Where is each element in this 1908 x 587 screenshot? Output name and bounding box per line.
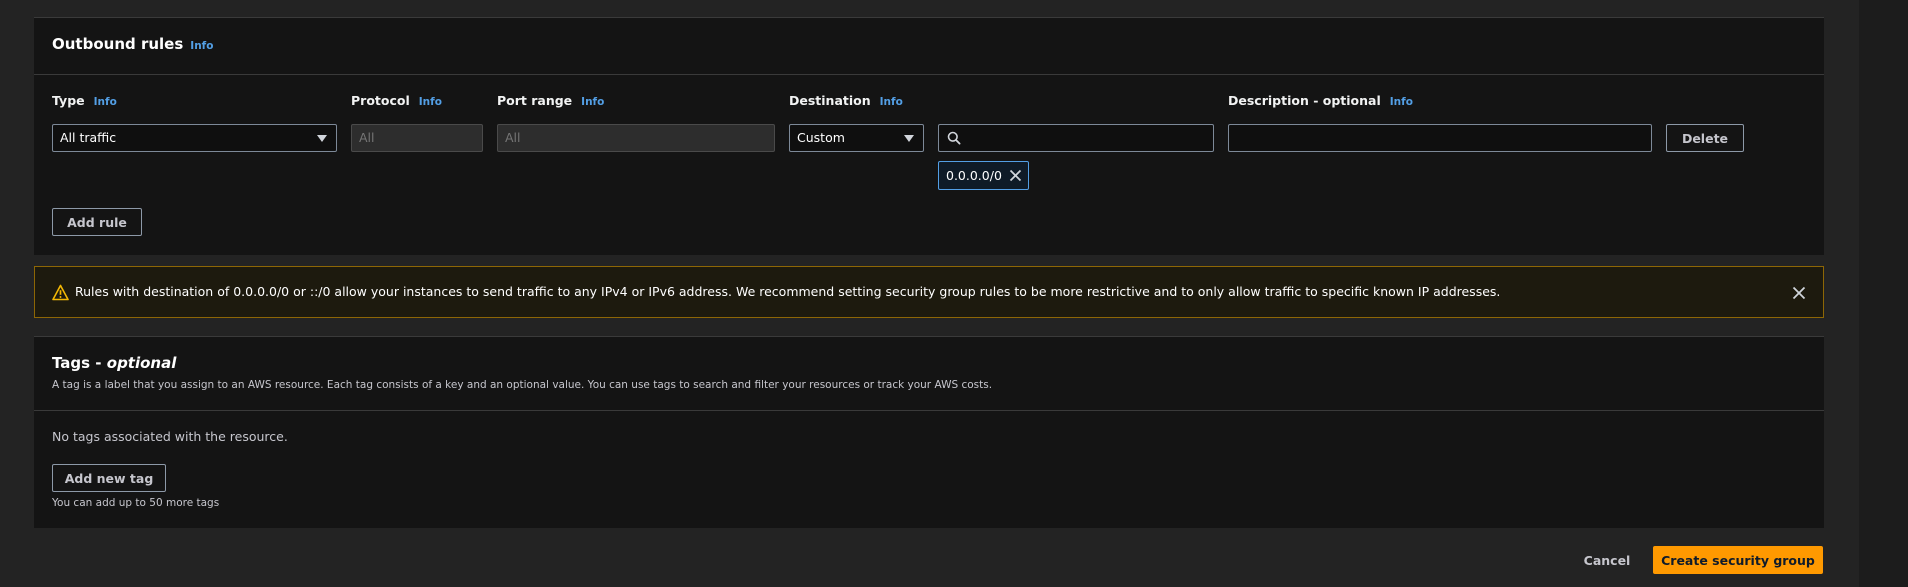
tags-panel: Tags - optional A tag is a label that yo… xyxy=(34,336,1824,528)
header-divider xyxy=(34,74,1824,75)
protocol-info-link[interactable]: Info xyxy=(419,96,442,108)
caret-down-icon xyxy=(317,135,327,142)
type-info-link[interactable]: Info xyxy=(94,96,117,108)
description-input[interactable] xyxy=(1228,124,1652,152)
outbound-rules-header: Outbound rules Info xyxy=(52,35,213,53)
warning-alert: Rules with destination of 0.0.0.0/0 or :… xyxy=(34,266,1824,318)
close-icon[interactable] xyxy=(1009,169,1022,182)
add-new-tag-button[interactable]: Add new tag xyxy=(52,464,166,492)
description-column-label: Description - optional Info xyxy=(1228,93,1413,108)
search-icon xyxy=(947,131,961,145)
cidr-token: 0.0.0.0/0 xyxy=(938,161,1029,190)
protocol-field: All xyxy=(351,124,483,152)
warning-text: Rules with destination of 0.0.0.0/0 or :… xyxy=(75,284,1501,299)
caret-down-icon xyxy=(904,135,914,142)
delete-rule-button[interactable]: Delete xyxy=(1666,124,1744,152)
tags-title-optional: optional xyxy=(106,354,177,372)
delete-label: Delete xyxy=(1681,130,1729,146)
tags-title-text: Tags - xyxy=(52,354,107,372)
create-security-group-label: Create security group xyxy=(1661,552,1815,568)
add-rule-label: Add rule xyxy=(67,214,127,230)
destination-label-text: Destination xyxy=(789,93,871,108)
outbound-rules-title: Outbound rules xyxy=(52,35,184,53)
protocol-value: All xyxy=(359,130,375,145)
protocol-column-label: Protocol Info xyxy=(351,93,442,108)
close-icon[interactable] xyxy=(1792,286,1806,300)
destination-select[interactable]: Custom xyxy=(789,124,924,152)
cancel-label: Cancel xyxy=(1583,552,1631,568)
tags-limit-hint: You can add up to 50 more tags xyxy=(52,497,220,509)
create-security-group-button[interactable]: Create security group xyxy=(1653,546,1823,574)
add-new-tag-label: Add new tag xyxy=(64,470,154,486)
destination-search-input[interactable] xyxy=(938,124,1214,152)
no-tags-text: No tags associated with the resource. xyxy=(52,429,288,444)
tags-title: Tags - optional xyxy=(52,354,176,372)
add-rule-button[interactable]: Add rule xyxy=(52,208,142,236)
type-column-label: Type Info xyxy=(52,93,117,108)
port-range-info-link[interactable]: Info xyxy=(581,96,604,108)
destination-info-link[interactable]: Info xyxy=(880,96,903,108)
type-select[interactable]: All traffic xyxy=(52,124,337,152)
outbound-rules-info-link[interactable]: Info xyxy=(190,40,213,52)
protocol-label-text: Protocol xyxy=(351,93,410,108)
warning-icon xyxy=(52,284,69,301)
type-select-value: All traffic xyxy=(60,130,117,145)
tags-divider xyxy=(34,410,1824,411)
cidr-token-value: 0.0.0.0/0 xyxy=(946,168,1002,183)
port-range-column-label: Port range Info xyxy=(497,93,604,108)
destination-select-value: Custom xyxy=(797,130,845,145)
page: Outbound rules Info Type Info Protocol Info… xyxy=(0,0,1908,587)
outbound-rules-panel: Outbound rules Info Type Info Protocol Info… xyxy=(34,17,1824,255)
port-range-value: All xyxy=(505,130,521,145)
cancel-button[interactable]: Cancel xyxy=(1570,547,1644,573)
port-range-label-text: Port range xyxy=(497,93,573,108)
type-label-text: Type xyxy=(52,93,85,108)
description-label-text: Description - optional xyxy=(1228,93,1381,108)
page-scroll-gutter xyxy=(1859,0,1908,587)
port-range-field: All xyxy=(497,124,775,152)
tags-description: A tag is a label that you assign to an A… xyxy=(52,379,993,391)
description-info-link[interactable]: Info xyxy=(1390,96,1413,108)
destination-column-label: Destination Info xyxy=(789,93,903,108)
